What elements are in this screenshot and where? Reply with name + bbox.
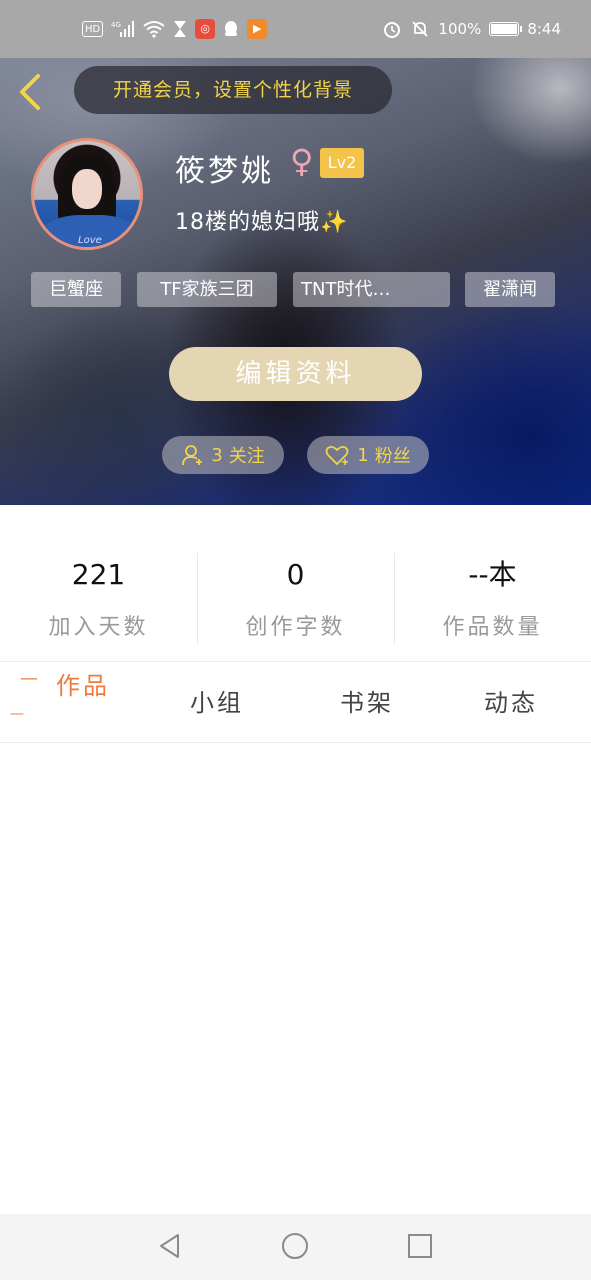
alarm-icon	[382, 19, 402, 39]
tab-bar: — — 作品 小组 书架 动态	[0, 661, 591, 743]
circle-home-icon	[282, 1233, 308, 1259]
fans-button[interactable]: 1 粉丝	[307, 436, 429, 474]
square-recents-icon	[408, 1234, 432, 1258]
status-bar: HD 4G ◎ ▶ 100% 8:44	[0, 0, 591, 58]
tag-item: 巨蟹座	[31, 272, 121, 307]
following-count: 3	[211, 444, 223, 466]
system-nav-bar	[0, 1214, 591, 1280]
stat-works-count: --本 作品数量	[394, 555, 591, 651]
stats-panel: 221 加入天数 0 创作字数 --本 作品数量	[0, 505, 591, 661]
username: 筱梦姚	[175, 154, 274, 189]
nav-back-button[interactable]	[154, 1230, 186, 1262]
stat-value: --本	[468, 558, 517, 591]
nav-recents-button[interactable]	[404, 1230, 436, 1262]
signal-4g-icon: 4G	[111, 20, 135, 38]
active-tab-mark: —	[20, 668, 38, 689]
add-user-icon	[182, 445, 203, 466]
following-button[interactable]: 3 关注	[162, 436, 284, 474]
clock: 8:44	[527, 20, 561, 38]
video-app-icon: ▶	[247, 19, 268, 39]
status-right: 100% 8:44	[382, 19, 561, 39]
stat-value: 221	[71, 558, 126, 591]
tab-works[interactable]: 作品	[56, 662, 110, 744]
following-label: 关注	[228, 446, 265, 467]
stat-value: 0	[286, 558, 305, 591]
tag-item: 翟潇闻	[465, 272, 555, 307]
stat-join-days: 221 加入天数	[0, 555, 197, 651]
heart-plus-icon	[325, 445, 349, 466]
network-label: 4G	[111, 21, 121, 29]
battery-icon	[489, 22, 523, 36]
stat-label: 加入天数	[48, 615, 149, 640]
qq-icon	[223, 20, 239, 38]
battery-fill	[491, 24, 518, 34]
tab-bookshelf[interactable]: 书架	[340, 662, 394, 744]
vip-banner[interactable]: 开通会员，设置个性化背景	[74, 66, 392, 114]
tag-item: TF家族三团	[137, 272, 277, 307]
bio-text: 18楼的媳妇哦✨	[175, 210, 349, 235]
works-content	[0, 743, 591, 1214]
edit-profile-button[interactable]: 编辑资料	[169, 347, 422, 401]
profile-header: 开通会员，设置个性化背景 Love 筱梦姚 ♀ Lv2 18楼的媳妇哦✨ 巨蟹座…	[0, 58, 591, 505]
stat-word-count: 0 创作字数	[197, 555, 394, 651]
fans-label: 粉丝	[374, 446, 411, 467]
back-button[interactable]	[14, 72, 50, 112]
triangle-back-icon	[160, 1234, 179, 1258]
chevron-left-icon	[20, 74, 40, 110]
hd-icon: HD	[82, 21, 104, 37]
avatar-shirt-text: Love	[78, 235, 102, 246]
avatar[interactable]: Love	[31, 138, 143, 250]
tag-item: TNT时代…	[293, 272, 450, 307]
female-icon: ♀	[290, 142, 314, 180]
tag-list: 巨蟹座 TF家族三团 TNT时代… 翟潇闻	[31, 272, 571, 307]
mute-bell-icon	[410, 19, 430, 39]
hourglass-icon	[173, 20, 187, 38]
stat-label: 作品数量	[442, 615, 543, 640]
tab-activity[interactable]: 动态	[484, 662, 538, 744]
tab-groups[interactable]: 小组	[190, 662, 244, 744]
fans-count: 1	[357, 444, 369, 466]
active-tab-mark: —	[10, 706, 24, 722]
nav-home-button[interactable]	[279, 1230, 311, 1262]
status-left: HD 4G ◎ ▶	[82, 19, 268, 39]
red-app-icon: ◎	[195, 19, 216, 39]
level-badge: Lv2	[320, 148, 364, 178]
wifi-icon	[143, 20, 165, 38]
stat-label: 创作字数	[245, 615, 346, 640]
battery-percent: 100%	[438, 20, 482, 38]
